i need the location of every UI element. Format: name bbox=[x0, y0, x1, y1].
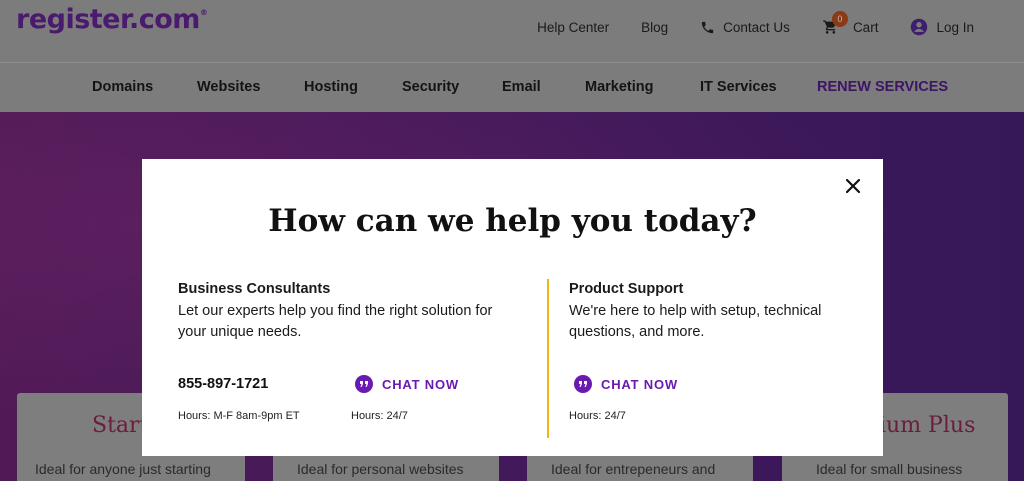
business-consultants-heading: Business Consultants bbox=[178, 281, 331, 297]
cart-icon-wrap: 0 bbox=[822, 11, 848, 35]
logo-registered-mark: ® bbox=[199, 8, 208, 17]
help-center-label: Help Center bbox=[537, 19, 610, 35]
nav-item-domains[interactable]: Domains bbox=[92, 79, 153, 95]
phone-number-link[interactable]: 855-897-1721 bbox=[178, 376, 268, 392]
plan-card-text: Ideal for personal websites bbox=[297, 461, 464, 477]
chat-now-label: CHAT NOW bbox=[382, 376, 459, 392]
plan-card-text: Ideal for small business bbox=[816, 461, 963, 477]
chat-bubble-icon bbox=[355, 375, 373, 393]
business-consultants-description: Let our experts help you find the right … bbox=[178, 303, 493, 340]
close-button[interactable] bbox=[842, 175, 864, 197]
plan-card-text: Ideal for anyone just starting bbox=[35, 461, 211, 477]
help-center-link[interactable]: Help Center bbox=[537, 16, 609, 38]
blog-label: Blog bbox=[641, 19, 669, 35]
nav-item-email[interactable]: Email bbox=[502, 79, 541, 95]
plan-card-title: Start bbox=[92, 413, 149, 438]
cart-link[interactable]: 0 Cart bbox=[822, 11, 879, 38]
utility-links: Help Center Blog Contact Us 0 Cart Log I… bbox=[505, 11, 974, 38]
chat-bubble-icon bbox=[574, 375, 592, 393]
close-icon bbox=[846, 179, 860, 193]
support-chat-hours: Hours: 24/7 bbox=[569, 410, 626, 422]
phone-hours: Hours: M-F 8am-9pm ET bbox=[178, 410, 300, 422]
blog-link[interactable]: Blog bbox=[641, 16, 668, 38]
column-divider bbox=[547, 279, 549, 438]
nav-item-hosting[interactable]: Hosting bbox=[304, 79, 358, 95]
business-chat-now-button[interactable]: CHAT NOW bbox=[355, 375, 459, 393]
logo-text: register.com bbox=[16, 4, 200, 35]
plan-card-text: Ideal for entrepeneurs and bbox=[551, 461, 716, 477]
site-header: register.com® Help Center Blog Contact U… bbox=[0, 0, 1024, 62]
product-support-description: We're here to help with setup, technical… bbox=[569, 303, 822, 340]
nav-item-renew-services[interactable]: RENEW SERVICES bbox=[817, 79, 948, 95]
help-modal: How can we help you today? Business Cons… bbox=[142, 159, 883, 456]
plan-card-title: ium Plus bbox=[879, 413, 976, 438]
chat-now-label: CHAT NOW bbox=[601, 376, 678, 392]
cart-label: Cart bbox=[852, 19, 879, 35]
contact-us-link[interactable]: Contact Us bbox=[700, 16, 790, 38]
support-chat-now-button[interactable]: CHAT NOW bbox=[574, 375, 678, 393]
phone-icon bbox=[702, 21, 714, 33]
contact-us-label: Contact Us bbox=[723, 19, 790, 35]
cart-count-badge: 0 bbox=[831, 11, 848, 27]
login-label: Log In bbox=[936, 19, 974, 35]
product-support-heading: Product Support bbox=[569, 281, 684, 297]
user-account-icon bbox=[911, 18, 928, 36]
business-chat-hours: Hours: 24/7 bbox=[351, 410, 408, 422]
nav-item-security[interactable]: Security bbox=[402, 79, 459, 95]
modal-title: How can we help you today? bbox=[268, 203, 757, 239]
nav-item-it-services[interactable]: IT Services bbox=[700, 79, 777, 95]
nav-item-websites[interactable]: Websites bbox=[197, 79, 260, 95]
login-link[interactable]: Log In bbox=[910, 16, 974, 38]
main-nav: Domains Websites Hosting Security Email … bbox=[0, 62, 1024, 112]
nav-item-marketing[interactable]: Marketing bbox=[585, 79, 654, 95]
site-logo[interactable]: register.com® bbox=[16, 4, 208, 35]
